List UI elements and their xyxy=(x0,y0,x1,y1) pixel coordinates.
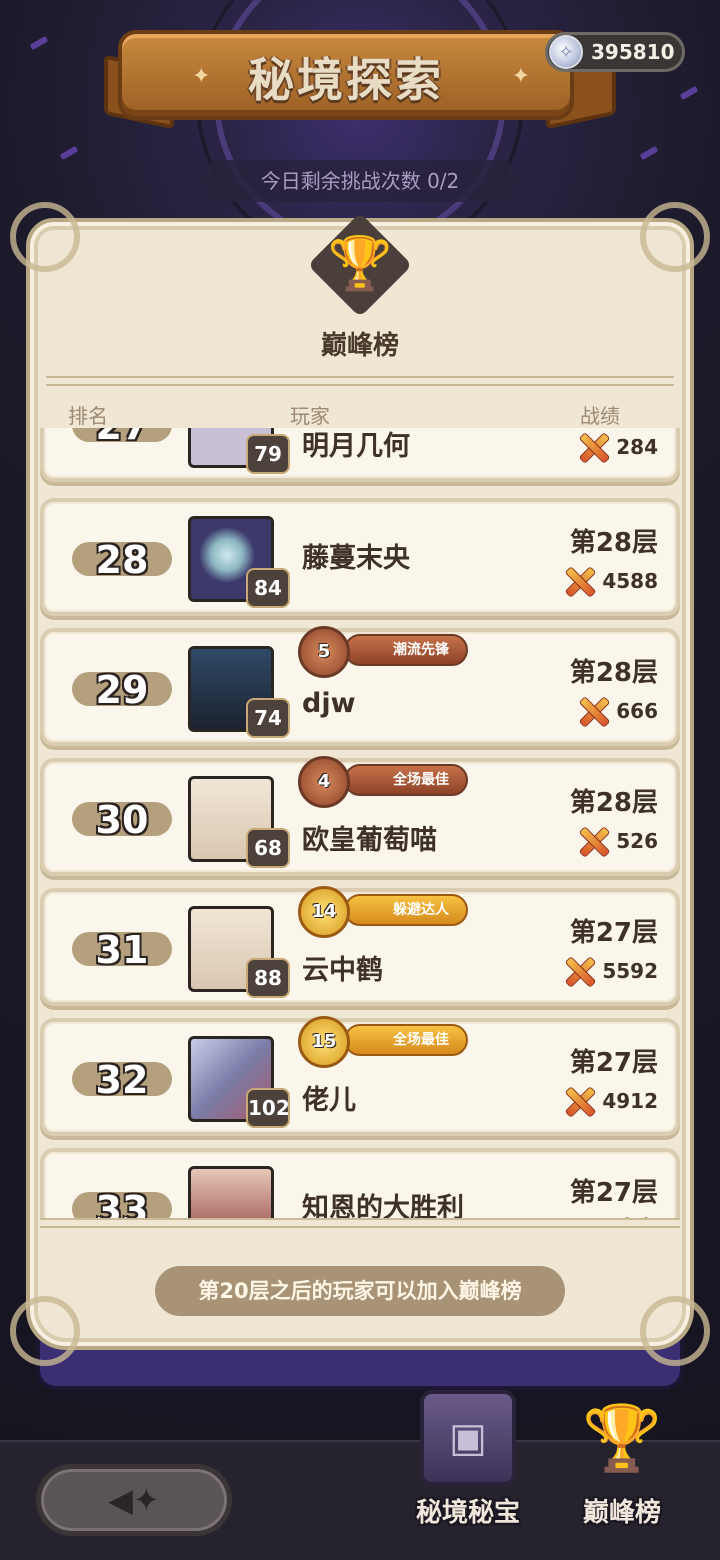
corner-ornament xyxy=(640,202,710,272)
nav-label: 巅峰榜 xyxy=(582,1498,661,1528)
score-value: 4912 xyxy=(602,1089,658,1113)
title-badge: 潮流先锋 xyxy=(344,634,468,666)
title-badge: 躲避达人 xyxy=(344,894,468,926)
back-arrow-icon: ◀✦ xyxy=(108,1481,160,1519)
score-value: 284 xyxy=(616,435,658,459)
list-item[interactable]: 30 68 全场最佳 4 欧皇葡萄喵 第28层 526 xyxy=(40,756,680,876)
score: 284 xyxy=(576,430,658,464)
hint-banner: 第20层之后的玩家可以加入巅峰榜 xyxy=(155,1266,565,1316)
swords-icon xyxy=(576,430,610,464)
player-name: 明月几何 xyxy=(302,431,410,462)
floor-reached: 第27层 xyxy=(569,1048,658,1078)
title-badge: 全场最佳 xyxy=(344,764,468,796)
rank-number: 27 xyxy=(72,428,172,445)
swords-icon xyxy=(562,1084,596,1118)
floor-reached: 第27层 xyxy=(569,918,658,948)
gem-icon: ✧ xyxy=(549,35,583,69)
title-banner: ✦ 秘境探索 ✦ xyxy=(118,30,574,120)
nav-label: 秘境秘宝 xyxy=(415,1498,520,1528)
section-title: 巅峰榜 xyxy=(320,331,399,361)
level-badge: 88 xyxy=(246,958,290,998)
swords-icon xyxy=(576,824,610,858)
level-badge: 102 xyxy=(246,1088,290,1128)
rank-number: 32 xyxy=(72,1061,172,1099)
list-item[interactable]: 32 102 全场最佳 15 佬儿 第27层 4912 xyxy=(40,1016,680,1136)
corner-ornament xyxy=(10,202,80,272)
score: 4912 xyxy=(562,1084,658,1118)
score-value: 5592 xyxy=(602,959,658,983)
score-value: 666 xyxy=(616,699,658,723)
score: 666 xyxy=(576,694,658,728)
corner-ornament xyxy=(10,1296,80,1366)
list-item[interactable]: 29 74 潮流先锋 5 djw 第28层 666 xyxy=(40,626,680,746)
swords-icon xyxy=(576,694,610,728)
rank-number: 30 xyxy=(72,801,172,839)
list-item[interactable]: 31 88 躲避达人 14 云中鹤 第27层 5592 xyxy=(40,886,680,1006)
chest-icon: ▣ xyxy=(420,1390,516,1486)
rank-number: 31 xyxy=(72,931,172,969)
medal-icon: 4 xyxy=(298,756,350,808)
swords-icon xyxy=(562,954,596,988)
medal-icon: 14 xyxy=(298,886,350,938)
level-badge: 68 xyxy=(246,828,290,868)
player-name: 欧皇葡萄喵 xyxy=(302,825,437,856)
medal-icon: 5 xyxy=(298,626,350,678)
medal-icon: 15 xyxy=(298,1016,350,1068)
star-icon: ✦ xyxy=(511,64,530,89)
floor-reached: 第28层 xyxy=(569,528,658,558)
player-name: 藤蔓末央 xyxy=(302,543,410,574)
player-name: 佬儿 xyxy=(302,1085,356,1116)
title-badge: 全场最佳 xyxy=(344,1024,468,1056)
score: 5592 xyxy=(562,954,658,988)
rank-number: 28 xyxy=(72,541,172,579)
player-name: 云中鹤 xyxy=(302,955,383,986)
floor-reached: 第28层 xyxy=(569,658,658,688)
score-value: 4588 xyxy=(602,569,658,593)
list-item[interactable]: 28 84 藤蔓末央 第28层 4588 xyxy=(40,498,680,616)
divider xyxy=(46,376,674,386)
corner-ornament xyxy=(640,1296,710,1366)
list-item[interactable]: 27 79 明月几何 284 xyxy=(40,428,680,482)
remaining-attempts: 今日剩余挑战次数 0/2 xyxy=(200,160,520,202)
column-header-player: 玩家 xyxy=(290,404,330,428)
trophy-icon: 🏆 xyxy=(327,233,393,294)
nav-ranking[interactable]: 🏆 巅峰榜 xyxy=(552,1390,692,1540)
list-item[interactable]: 33 80 知恩的大胜利 第27层 xyxy=(40,1148,680,1224)
divider xyxy=(40,1218,680,1228)
page-title: 秘境探索 xyxy=(248,53,444,107)
floor-reached: 第28层 xyxy=(569,788,658,818)
score-value: 526 xyxy=(616,829,658,853)
column-header-record: 战绩 xyxy=(580,404,620,428)
back-button[interactable]: ◀✦ xyxy=(36,1464,232,1536)
level-badge: 79 xyxy=(246,434,290,474)
nav-treasure[interactable]: ▣ 秘境秘宝 xyxy=(398,1390,538,1540)
player-name: djw xyxy=(302,688,356,719)
column-header-rank: 排名 xyxy=(68,404,108,428)
floor-reached: 第27层 xyxy=(569,1178,658,1208)
score: 4588 xyxy=(562,564,658,598)
avatar[interactable] xyxy=(188,1166,274,1224)
currency-value: 395810 xyxy=(591,40,675,64)
trophy-icon: 🏆 xyxy=(582,1401,662,1476)
currency-counter[interactable]: ✧ 395810 xyxy=(545,32,685,72)
rank-number: 29 xyxy=(72,671,172,709)
level-badge: 74 xyxy=(246,698,290,738)
score: 526 xyxy=(576,824,658,858)
swords-icon xyxy=(562,564,596,598)
leaderboard-list[interactable]: 27 79 明月几何 284 28 84 藤蔓末央 第28层 4588 29 7… xyxy=(40,428,680,1224)
level-badge: 84 xyxy=(246,568,290,608)
